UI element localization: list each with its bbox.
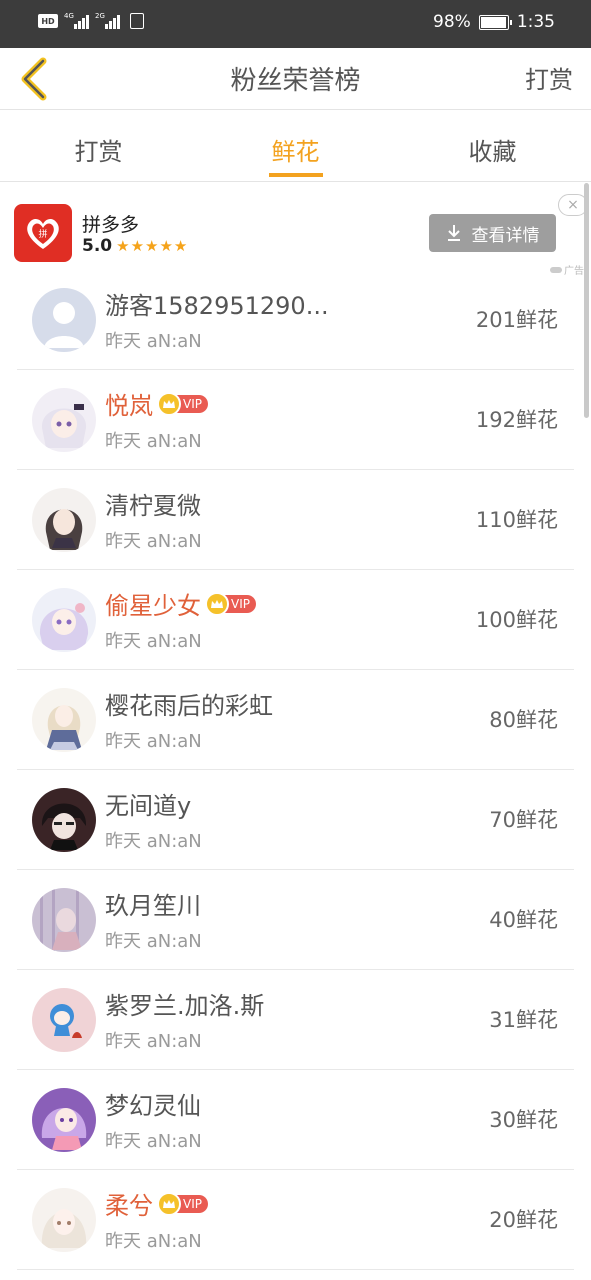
crown-icon	[157, 1191, 181, 1216]
download-icon	[447, 225, 460, 241]
fan-time: 昨天 aN:aN	[105, 431, 202, 452]
chibi-avatar	[32, 988, 96, 1052]
anime-girl-avatar	[32, 888, 96, 952]
page-title: 粉丝荣誉榜	[230, 66, 361, 96]
list-item[interactable]: 柔兮 VIP 昨天 aN:aN 20鲜花	[17, 1170, 574, 1270]
flower-count: 201鲜花	[475, 308, 558, 332]
list-item[interactable]: 玖月笙川 昨天 aN:aN 40鲜花	[17, 870, 574, 970]
fan-name: 清柠夏微	[105, 492, 201, 520]
name-line: 悦岚 VIP	[105, 386, 208, 421]
flower-count: 30鲜花	[489, 1108, 558, 1132]
anime-boy-avatar	[32, 788, 96, 852]
signal-icon: 2G	[95, 12, 120, 29]
tab-flowers[interactable]: 鲜花	[197, 110, 394, 181]
ad-details-label: 查看详情	[471, 225, 540, 246]
name-line: 梦幻灵仙	[105, 1086, 201, 1121]
clock: 1:35	[516, 12, 555, 32]
list-item[interactable]: 悦岚 VIP 昨天 aN:aN 192鲜花	[17, 370, 574, 470]
network-type-label: 4G	[64, 12, 74, 20]
battery-fill	[480, 16, 507, 28]
flower-count: 110鲜花	[475, 508, 558, 532]
crown-icon	[157, 391, 181, 416]
list-item[interactable]: 清柠夏微 昨天 aN:aN 110鲜花	[17, 470, 574, 570]
fan-time: 昨天 aN:aN	[105, 731, 202, 752]
anime-girl-avatar	[32, 1188, 96, 1252]
name-line: 紫罗兰.加洛.斯	[105, 986, 264, 1021]
vip-badge: VIP	[157, 391, 208, 416]
ad-details-button[interactable]: 查看详情	[429, 214, 556, 252]
anime-girl-avatar	[32, 688, 96, 752]
fan-time: 昨天 aN:aN	[105, 831, 202, 852]
name-line: 清柠夏微	[105, 486, 201, 521]
list-item[interactable]: 紫罗兰.加洛.斯 昨天 aN:aN 31鲜花	[17, 970, 574, 1070]
fan-name: 梦幻灵仙	[105, 1092, 201, 1120]
vip-badge: VIP	[157, 1191, 208, 1216]
fan-name: 樱花雨后的彩虹	[105, 692, 273, 720]
flower-count: 80鲜花	[489, 708, 558, 732]
fan-time: 昨天 aN:aN	[105, 531, 202, 552]
fan-time: 昨天 aN:aN	[105, 1231, 202, 1252]
anime-girl-avatar	[32, 1088, 96, 1152]
anime-girl-avatar	[32, 488, 96, 552]
name-line: 游客1582951290...	[105, 286, 329, 321]
name-line: 玖月笙川	[105, 886, 201, 921]
name-line: 柔兮 VIP	[105, 1186, 208, 1221]
status-bar: HD 4G 2G 98% 1:35	[0, 0, 591, 48]
fan-name: 悦岚	[105, 392, 153, 420]
fan-time: 昨天 aN:aN	[105, 1031, 202, 1052]
signal-icon: 4G	[64, 12, 89, 29]
ad-app-name: 拼多多	[82, 214, 140, 236]
list-item[interactable]: 偷星少女 VIP 昨天 aN:aN 100鲜花	[17, 570, 574, 670]
list-item[interactable]: 梦幻灵仙 昨天 aN:aN 30鲜花	[17, 1070, 574, 1170]
flower-count: 40鲜花	[489, 908, 558, 932]
default-avatar	[32, 288, 96, 352]
vibrate-icon	[130, 13, 144, 29]
flower-count: 100鲜花	[475, 608, 558, 632]
name-line: 樱花雨后的彩虹	[105, 686, 273, 721]
heart-logo-icon: 拼	[27, 218, 59, 249]
fan-name: 无间道y	[105, 792, 192, 820]
battery-percent: 98%	[433, 12, 471, 32]
fan-name: 紫罗兰.加洛.斯	[105, 992, 265, 1020]
reward-button[interactable]: 打赏	[525, 60, 573, 95]
list-item[interactable]: 樱花雨后的彩虹 昨天 aN:aN 80鲜花	[17, 670, 574, 770]
close-icon: ×	[567, 197, 579, 213]
ad-banner[interactable]: 拼 拼多多 5.0 ★★★★★ 查看详情 × 广告	[0, 182, 591, 277]
status-right: 98% 1:35	[433, 12, 555, 32]
flower-count: 192鲜花	[475, 408, 558, 432]
network-type-label: 2G	[95, 12, 105, 20]
name-line: 无间道y	[105, 786, 191, 821]
tab-reward[interactable]: 打赏	[0, 110, 197, 181]
fan-name: 玖月笙川	[105, 892, 201, 920]
ad-rating: 5.0 ★★★★★	[82, 236, 188, 256]
list-item[interactable]: 游客1582951290... 昨天 aN:aN 201鲜花	[17, 270, 574, 370]
hd-icon: HD	[38, 14, 58, 28]
list-item[interactable]: 无间道y 昨天 aN:aN 70鲜花	[17, 770, 574, 870]
fan-time: 昨天 aN:aN	[105, 631, 202, 652]
flower-count: 31鲜花	[489, 1008, 558, 1032]
title-bar: 粉丝荣誉榜 打赏	[0, 48, 591, 110]
fan-list: 游客1582951290... 昨天 aN:aN 201鲜花 悦岚 VIP 昨天…	[0, 270, 591, 1270]
name-line: 偷星少女 VIP	[105, 586, 256, 621]
svg-text:拼: 拼	[38, 228, 47, 240]
fan-time: 昨天 aN:aN	[105, 931, 202, 952]
pinduoduo-logo: 拼	[14, 204, 72, 262]
fan-name: 游客1582951290...	[105, 292, 329, 320]
fan-name: 偷星少女	[105, 592, 201, 620]
ad-rating-value: 5.0	[82, 236, 113, 256]
crown-icon	[205, 591, 229, 616]
tab-bar: 打赏 鲜花 收藏	[0, 110, 591, 182]
flower-count: 20鲜花	[489, 1208, 558, 1232]
fan-name: 柔兮	[105, 1192, 153, 1220]
anime-girl-avatar	[32, 388, 96, 452]
tab-favorites[interactable]: 收藏	[394, 110, 591, 181]
status-left: HD 4G 2G	[38, 12, 144, 29]
fan-time: 昨天 aN:aN	[105, 1131, 202, 1152]
fan-time: 昨天 aN:aN	[105, 331, 202, 352]
battery-icon	[478, 14, 512, 30]
flower-count: 70鲜花	[489, 808, 558, 832]
vip-badge: VIP	[205, 591, 256, 616]
anime-girl-avatar	[32, 588, 96, 652]
star-rating-icon: ★★★★★	[116, 237, 189, 255]
